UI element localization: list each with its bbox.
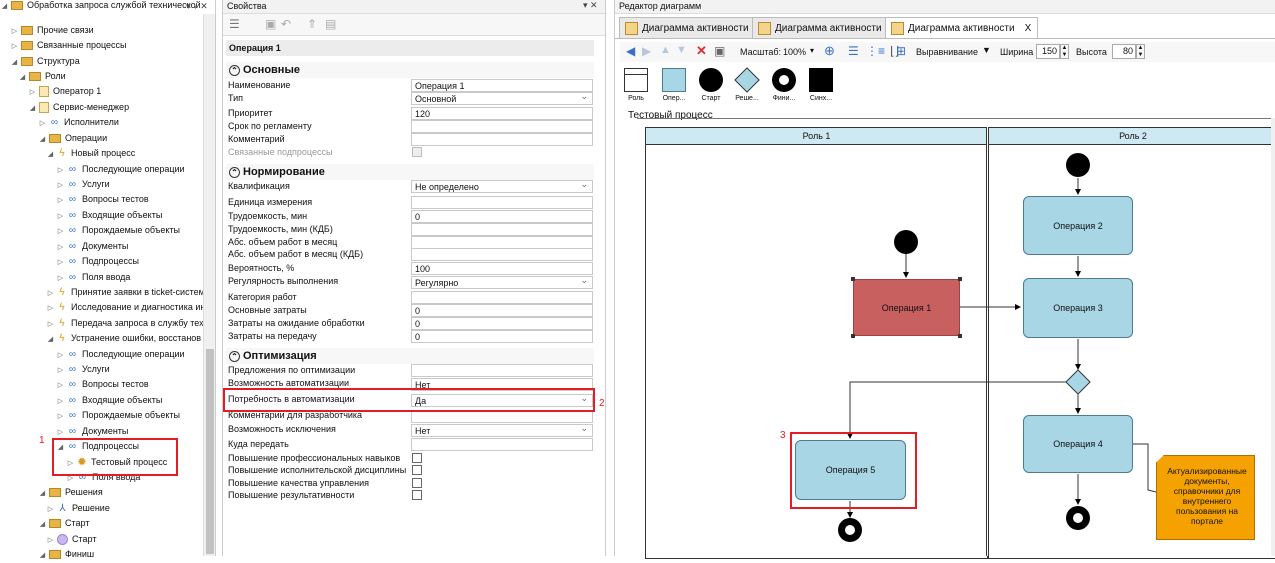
selection-handle[interactable]	[851, 277, 855, 281]
selection-handle[interactable]	[958, 277, 962, 281]
annotation-number-3: 3	[780, 430, 786, 441]
selection-handle[interactable]	[851, 334, 855, 338]
operation-3-node[interactable]: Операция 3	[1023, 278, 1133, 338]
start-node[interactable]	[894, 230, 918, 254]
highlight-box-3	[790, 432, 917, 509]
finish-node[interactable]	[838, 518, 862, 542]
operation-4-node[interactable]: Операция 4	[1023, 415, 1133, 473]
editor-right-border	[1271, 118, 1275, 556]
operation-1-node[interactable]: Операция 1	[853, 279, 960, 336]
document-text: Актуализированные документы, справочники…	[1167, 466, 1247, 526]
start-node[interactable]	[1066, 153, 1090, 177]
selection-handle[interactable]	[958, 334, 962, 338]
finish-node[interactable]	[1066, 506, 1090, 530]
document-node[interactable]: Актуализированные документы, справочники…	[1156, 455, 1255, 540]
operation-2-node[interactable]: Операция 2	[1023, 196, 1133, 255]
